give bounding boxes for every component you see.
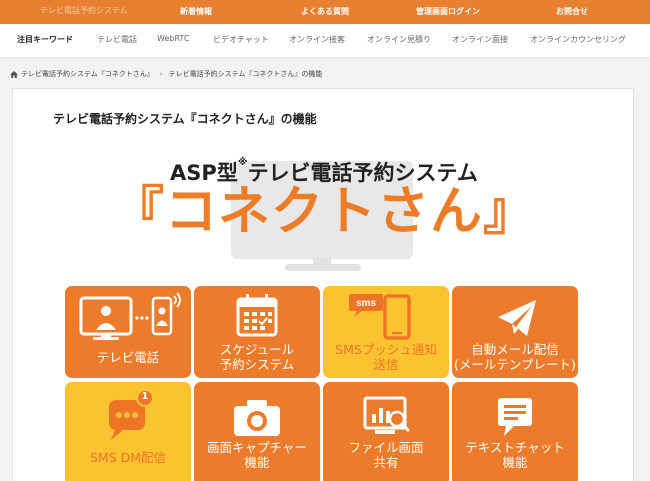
feature-tile-text-chat[interactable]: テキストチャット 機能 (452, 382, 578, 481)
hero-banner: ASP型※テレビ電話予約システム 『コネクトさん』 (13, 139, 635, 279)
keyword-link[interactable]: オンラインカウンセリング (530, 34, 626, 45)
feature-tile-sms-push[interactable]: sms SMSプッシュ通知 送信 (323, 286, 449, 378)
breadcrumb: テレビ電話予約システム『コネクトさん』 › テレビ電話予約システム『コネクトさん… (10, 69, 322, 79)
feature-grid: テレビ電話 スケジュール 予約システム sms SMSプッシュ通知 送信 自動メ… (65, 286, 579, 481)
feature-label: 自動メール配信 (メールテンプレート) (454, 342, 576, 372)
message-badge-icon (109, 389, 154, 440)
feature-tile-video-call[interactable]: テレビ電話 (65, 286, 191, 378)
keyword-link[interactable]: オンライン面接 (452, 34, 508, 45)
breadcrumb-link[interactable]: テレビ電話予約システム『コネクトさん』 (21, 69, 154, 79)
feature-label: ファイル画面 共有 (348, 440, 424, 470)
keyword-link[interactable]: オンライン見積り (367, 34, 431, 45)
paper-plane-icon (498, 300, 536, 336)
top-nav-bar: テレビ電話予約システム 新着情報 よくある質問 管理画面ログイン お問合せ (0, 0, 650, 24)
nav-faq-link[interactable]: よくある質問 (301, 6, 349, 17)
feature-label: 画面キャプチャー 機能 (207, 440, 307, 470)
feature-label: SMS DM配信 (89, 450, 167, 465)
keyword-link[interactable]: テレビ電話 (97, 34, 137, 45)
hero-product-name: 『コネクトさん』 (111, 182, 536, 242)
site-brand-link[interactable]: テレビ電話予約システム (40, 5, 128, 16)
page-title: テレビ電話予約システム『コネクトさん』の機能 (53, 112, 317, 126)
feature-tile-file-share[interactable]: ファイル画面 共有 (323, 382, 449, 481)
keyword-link[interactable]: ビデオチャット (213, 34, 269, 45)
home-icon[interactable] (10, 70, 18, 78)
camera-icon (234, 400, 280, 436)
calendar-icon (236, 294, 278, 337)
file-share-icon (363, 396, 411, 434)
feature-label: スケジュール 予約システム (219, 342, 295, 372)
keyword-link[interactable]: WebRTC (157, 34, 189, 43)
nav-admin-login-link[interactable]: 管理画面ログイン (416, 6, 480, 17)
svg-text:sms: sms (356, 298, 376, 309)
breadcrumb-current: テレビ電話予約システム『コネクトさん』の機能 (168, 70, 323, 78)
feature-tile-schedule[interactable]: スケジュール 予約システム (194, 286, 320, 378)
feature-label: テキストチャット 機能 (465, 440, 565, 470)
feature-label: SMSプッシュ通知 送信 (335, 342, 437, 372)
keyword-bar: 注目キーワード テレビ電話 WebRTC ビデオチャット オンライン接客 オンラ… (0, 24, 650, 58)
content-card: テレビ電話予約システム『コネクトさん』の機能 ASP型※テレビ電話予約システム … (12, 88, 634, 481)
keyword-bar-title: 注目キーワード (17, 35, 73, 44)
nav-news-link[interactable]: 新着情報 (180, 6, 212, 17)
video-call-icon (79, 292, 181, 340)
notification-badge: 1 (141, 391, 149, 402)
feature-tile-auto-mail[interactable]: 自動メール配信 (メールテンプレート) (452, 286, 578, 378)
sms-phone-icon: sms (349, 294, 411, 340)
feature-tile-screen-capture[interactable]: 画面キャプチャー 機能 (194, 382, 320, 481)
monitor-base (285, 264, 361, 271)
feature-tile-sms-dm[interactable]: 1 SMS DM配信 (65, 382, 191, 481)
chat-icon (498, 398, 532, 436)
breadcrumb-separator: › (159, 70, 163, 78)
nav-contact-link[interactable]: お問合せ (556, 6, 588, 17)
feature-label: テレビ電話 (96, 350, 160, 365)
keyword-link[interactable]: オンライン接客 (289, 34, 345, 45)
